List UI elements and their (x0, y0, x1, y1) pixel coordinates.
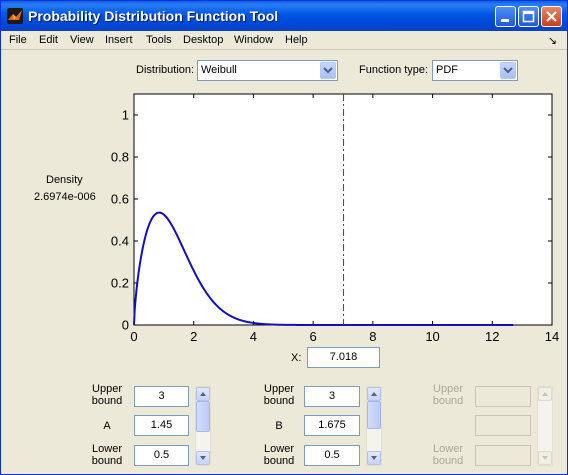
pdf-curve (133, 211, 514, 326)
a-param-label: A (103, 420, 111, 432)
y-tick-label: 0.4 (111, 234, 129, 249)
y-tick-label: 0.6 (111, 192, 129, 207)
x-tick-label: 10 (425, 329, 439, 344)
scroll-down-icon (538, 451, 552, 465)
scroll-down-icon[interactable] (196, 451, 210, 465)
b-param-input[interactable]: 1.675 (304, 415, 360, 436)
a-param-input[interactable]: 1.45 (134, 415, 189, 436)
scroll-up-icon (538, 387, 552, 401)
x-tick-label: 0 (130, 329, 137, 344)
axes-box (133, 93, 553, 326)
b-upper-bound-input[interactable]: 3 (304, 386, 360, 407)
x-tick-label: 4 (250, 329, 257, 344)
a-param-slider[interactable] (195, 386, 211, 466)
b-param-label: B (275, 420, 283, 432)
y-tick-label: 0 (122, 318, 129, 333)
c-lower-bound-label: Lower bound (432, 443, 464, 467)
b-param-slider[interactable] (366, 386, 382, 466)
b-lower-bound-label: Lower bound (263, 443, 295, 467)
x-tick-label: 12 (485, 329, 499, 344)
x-label: X: (291, 352, 302, 364)
pdf-chart: 0 2 4 6 8 10 12 14 0 0.2 0.4 0.6 0.8 1 (111, 93, 559, 344)
y-tick-label: 0.8 (111, 150, 129, 165)
c-param-input (475, 415, 531, 436)
x-tick-label: 2 (190, 329, 197, 344)
c-upper-bound-label: Upper bound (432, 383, 464, 407)
x-tick-label: 14 (545, 329, 559, 344)
c-lower-bound-input (475, 445, 531, 466)
scroll-down-icon[interactable] (367, 451, 381, 465)
x-input[interactable]: 7.018 (307, 347, 380, 368)
y-tick-label: 1 (122, 108, 129, 123)
x-tick-label: 6 (310, 329, 317, 344)
c-param-slider (537, 386, 553, 466)
slider-thumb[interactable] (196, 401, 210, 432)
a-upper-bound-label: Upper bound (91, 383, 123, 407)
a-lower-bound-label: Lower bound (91, 443, 123, 467)
app-window: Probability Distribution Function Tool F… (0, 0, 568, 475)
a-upper-bound-input[interactable]: 3 (134, 386, 189, 407)
b-upper-bound-label: Upper bound (263, 383, 295, 407)
x-tick-label: 8 (369, 329, 376, 344)
c-upper-bound-input (475, 386, 531, 407)
b-lower-bound-input[interactable]: 0.5 (304, 445, 360, 466)
scroll-up-icon[interactable] (367, 387, 381, 401)
slider-thumb[interactable] (367, 401, 381, 429)
a-lower-bound-input[interactable]: 0.5 (134, 445, 189, 466)
scroll-up-icon[interactable] (196, 387, 210, 401)
y-tick-label: 0.2 (111, 276, 129, 291)
